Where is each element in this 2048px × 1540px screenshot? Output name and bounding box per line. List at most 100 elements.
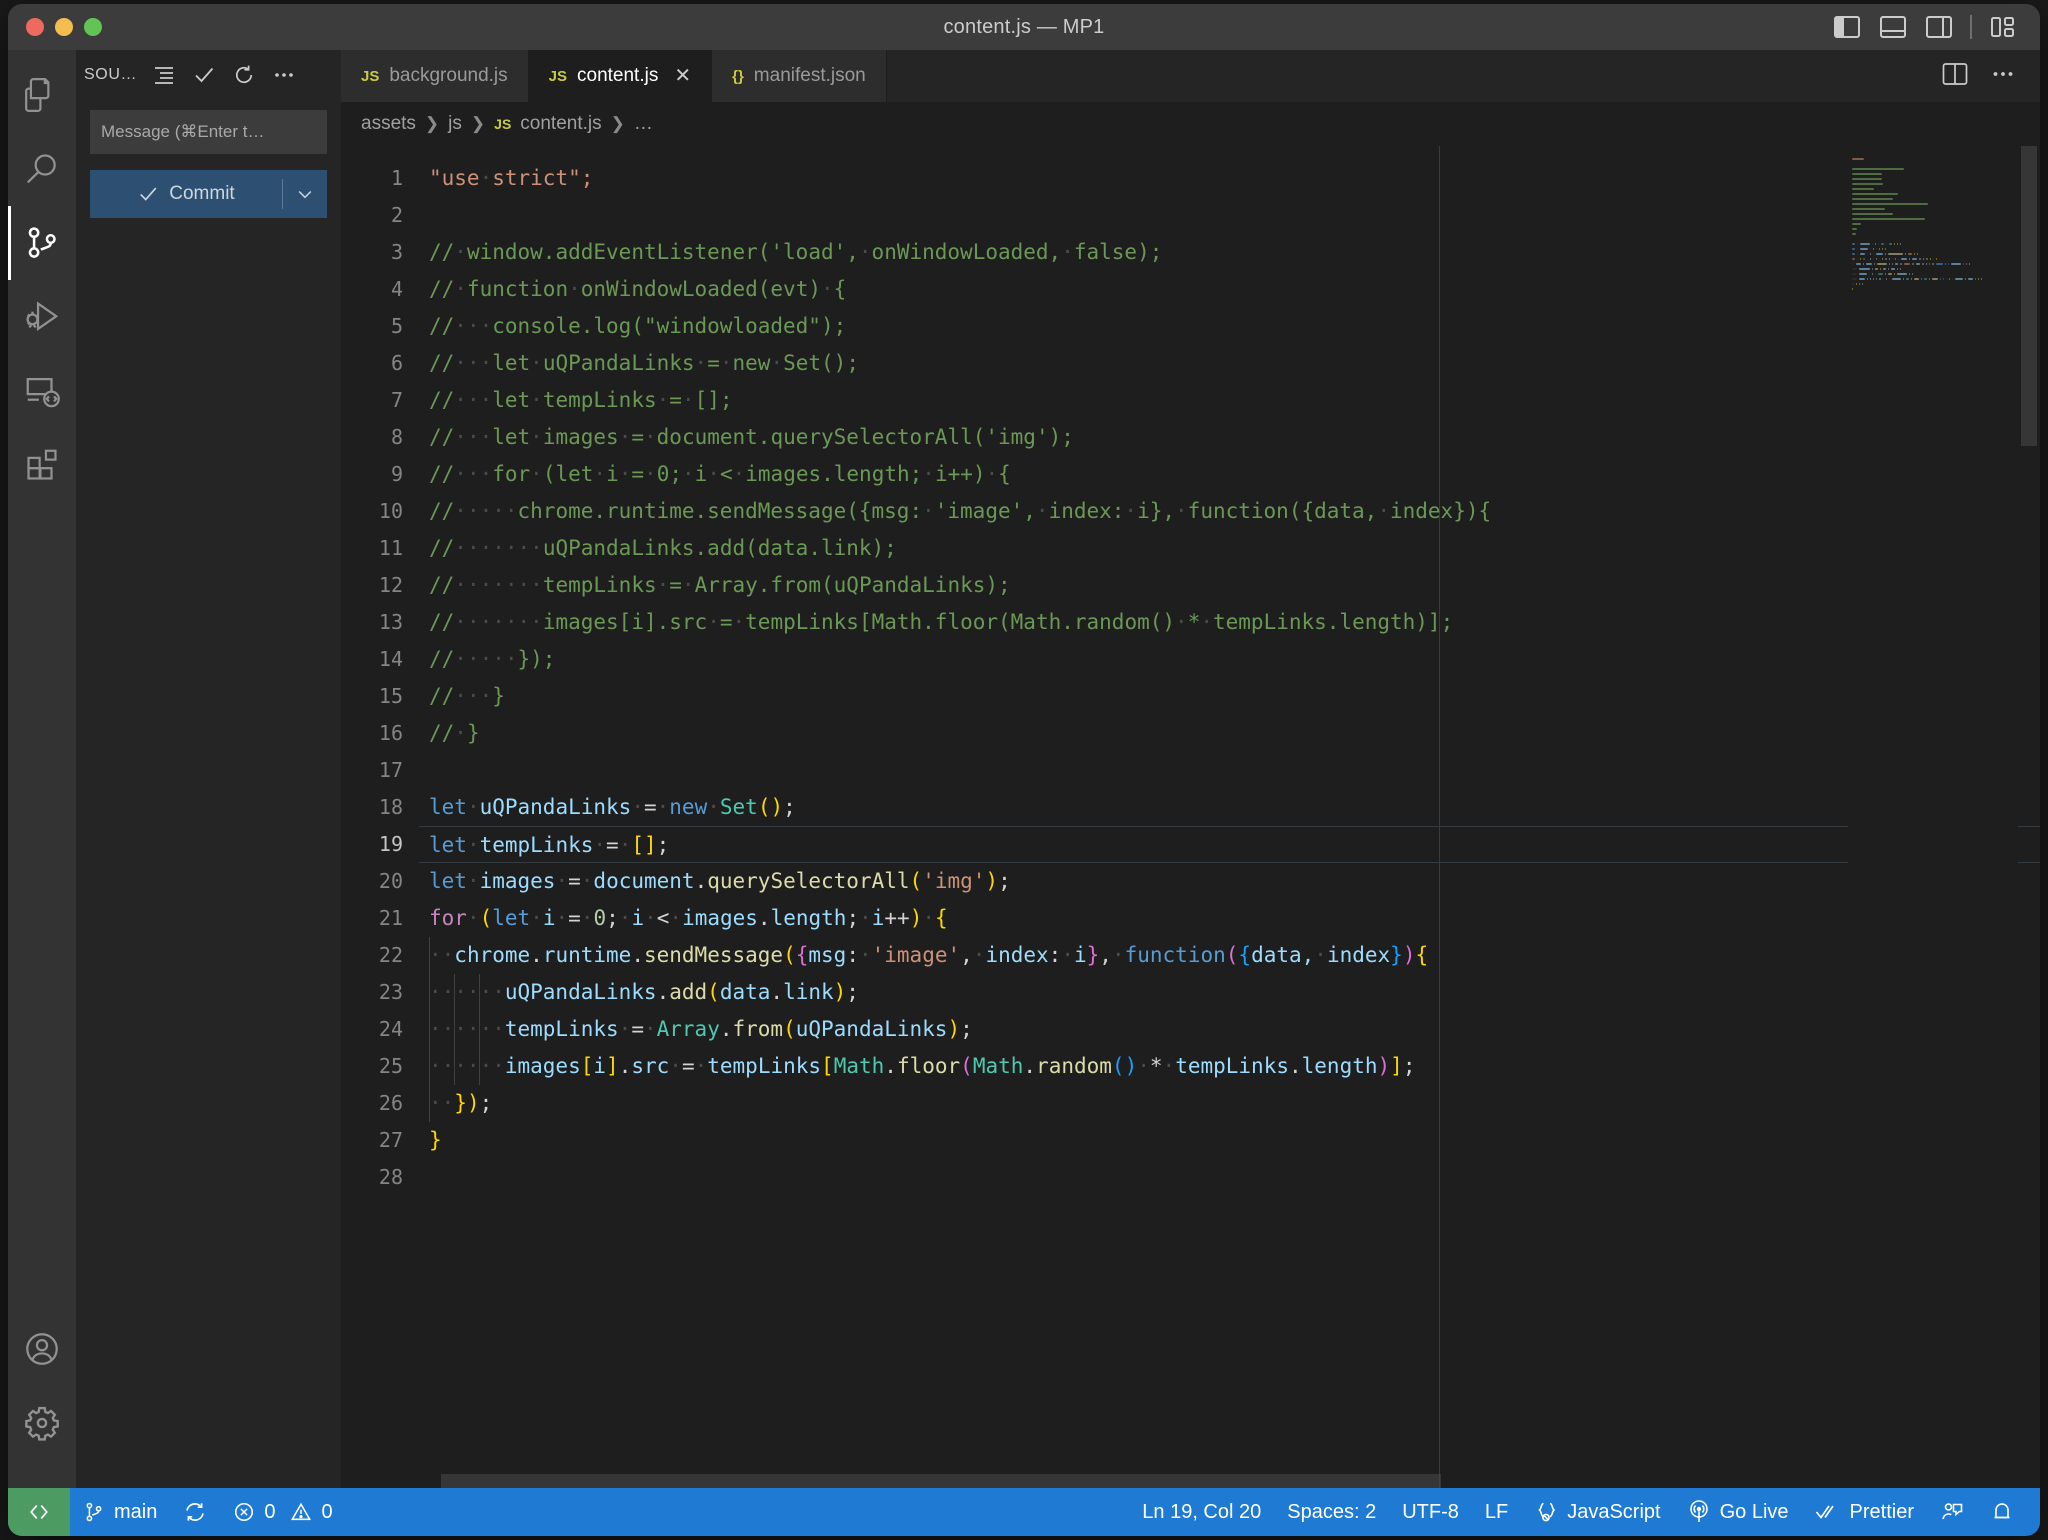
status-indentation[interactable]: Spaces: 2 — [1274, 1488, 1389, 1536]
status-branch[interactable]: main — [70, 1488, 170, 1536]
toggle-secondary-sidebar-icon[interactable] — [1924, 12, 1954, 42]
tab-background-js[interactable]: JS background.js — [341, 50, 529, 102]
activity-bar-item-search[interactable] — [8, 132, 76, 206]
activity-bar-item-accounts[interactable] — [8, 1312, 76, 1386]
minimap[interactable] — [1848, 146, 2018, 1488]
code-line[interactable] — [419, 197, 2040, 234]
breadcrumb-item-js[interactable]: js — [448, 113, 462, 135]
code-line[interactable]: //···let·tempLinks·=·[]; — [419, 382, 2040, 419]
code-line[interactable]: //·······images[i].src·=·tempLinks[Math.… — [419, 604, 2040, 641]
code-line[interactable]: } — [419, 1122, 2040, 1159]
line-number: 12 — [378, 573, 403, 597]
code-token: { — [795, 943, 809, 967]
commit-button[interactable]: Commit — [90, 170, 327, 218]
code-line[interactable] — [419, 752, 2040, 789]
commit-check-icon[interactable] — [187, 58, 221, 92]
split-editor-icon[interactable] — [1942, 62, 1968, 91]
status-editor-position[interactable]: Ln 19, Col 20 — [1129, 1488, 1274, 1536]
code-line[interactable]: ··}); — [419, 1085, 2040, 1122]
code-line[interactable]: //···} — [419, 678, 2040, 715]
view-as-tree-icon[interactable] — [147, 58, 181, 92]
vertical-scrollbar[interactable] — [2018, 146, 2040, 1488]
status-sync-changes[interactable] — [170, 1488, 220, 1536]
code-line[interactable]: let·uQPandaLinks·=·new·Set(); — [419, 789, 2040, 826]
activity-bar-item-run-and-debug[interactable] — [8, 280, 76, 354]
close-icon[interactable]: ✕ — [674, 66, 691, 86]
code-line[interactable]: let·tempLinks·=·[]; — [419, 826, 2040, 863]
status-feedback[interactable] — [1927, 1488, 1977, 1536]
code-line[interactable]: //···let·uQPandaLinks·=·new·Set(); — [419, 345, 2040, 382]
code-line[interactable]: "use·strict"; — [419, 160, 2040, 197]
status-encoding[interactable]: UTF-8 — [1389, 1488, 1472, 1536]
code-line[interactable]: //·function·onWindowLoaded(evt)·{ — [419, 271, 2040, 308]
refresh-icon[interactable] — [227, 58, 261, 92]
code-line[interactable]: ······tempLinks·=·Array.from(uQPandaLink… — [419, 1011, 2040, 1048]
more-actions-ellipsis-icon[interactable] — [267, 58, 301, 92]
status-language-label: JavaScript — [1567, 1500, 1661, 1523]
minimize-window-button[interactable] — [55, 18, 73, 36]
status-notifications[interactable] — [1977, 1488, 2040, 1536]
commit-dropdown-chevron-down-icon[interactable] — [283, 184, 327, 204]
commit-message-input[interactable]: Message (⌘Enter t… — [90, 110, 327, 154]
code-line[interactable]: //·····}); — [419, 641, 2040, 678]
line-number: 25 — [378, 1054, 403, 1078]
status-editor-position-label: Ln 19, Col 20 — [1142, 1500, 1262, 1523]
breadcrumb-separator: ❯ — [424, 114, 440, 133]
activity-bar-item-source-control[interactable] — [8, 206, 76, 280]
activity-bar-item-explorer[interactable] — [8, 58, 76, 132]
code-line[interactable]: //···let·images·=·document.querySelector… — [419, 419, 2040, 456]
commit-button-main[interactable]: Commit — [90, 183, 282, 205]
code-line[interactable]: ··chrome.runtime.sendMessage({msg:·'imag… — [419, 937, 2040, 974]
minimap-segment — [1899, 242, 1901, 245]
status-eol[interactable]: LF — [1472, 1488, 1521, 1536]
indent-guide — [479, 974, 481, 1011]
more-editor-actions-ellipsis-icon[interactable] — [1990, 62, 2016, 91]
breadcrumb-item-assets[interactable]: assets — [361, 113, 416, 135]
breadcrumb-item-content-js[interactable]: content.js — [520, 113, 601, 135]
customize-layout-icon[interactable] — [1988, 12, 2018, 42]
code-token: · — [922, 906, 936, 930]
code-token: //·······tempLinks·=·Array.from(uQPandaL… — [429, 573, 1011, 597]
tab-manifest-json[interactable]: {} manifest.json — [712, 50, 887, 102]
status-prettier[interactable]: Prettier — [1802, 1488, 1927, 1536]
close-window-button[interactable] — [26, 18, 44, 36]
indent-guide — [454, 974, 456, 1011]
code-line[interactable]: //·······tempLinks·=·Array.from(uQPandaL… — [419, 567, 2040, 604]
code-line[interactable]: //·······uQPandaLinks.add(data.link); — [419, 530, 2040, 567]
code-content[interactable]: "use·strict"; //·window.addEventListener(… — [419, 146, 2040, 1488]
code-token: ······ — [429, 1017, 505, 1041]
code-line[interactable]: ······uQPandaLinks.add(data.link); — [419, 974, 2040, 1011]
status-problems[interactable]: 0 0 — [220, 1488, 345, 1536]
status-go-live[interactable]: Go Live — [1674, 1488, 1802, 1536]
breadcrumb-item-symbols[interactable]: … — [634, 113, 653, 135]
toggle-panel-icon[interactable] — [1878, 12, 1908, 42]
code-line[interactable]: let·images·=·document.querySelectorAll('… — [419, 863, 2040, 900]
minimap-segment — [1905, 277, 1910, 280]
code-line[interactable]: //···console.log("windowloaded"); — [419, 308, 2040, 345]
activity-bar-item-remote-explorer[interactable] — [8, 354, 76, 428]
minimap-segment — [1876, 252, 1884, 255]
status-remote-indicator[interactable] — [8, 1488, 70, 1536]
horizontal-scrollbar[interactable] — [341, 1474, 2040, 1488]
line-number: 2 — [390, 203, 403, 227]
vertical-scrollbar-thumb[interactable] — [2021, 146, 2037, 446]
code-line[interactable] — [419, 1159, 2040, 1196]
code-line[interactable]: //·window.addEventListener('load',·onWin… — [419, 234, 2040, 271]
status-language-mode[interactable]: JavaScript — [1521, 1488, 1673, 1536]
code-token: ) — [1377, 1054, 1391, 1078]
code-line[interactable]: //·····chrome.runtime.sendMessage({msg:·… — [419, 493, 2040, 530]
toggle-primary-sidebar-icon[interactable] — [1832, 12, 1862, 42]
code-token: ) — [833, 980, 847, 1004]
tab-content-js[interactable]: JS content.js ✕ — [528, 50, 713, 102]
code-line[interactable]: //···for·(let·i·=·0;·i·<·images.length;·… — [419, 456, 2040, 493]
code-line[interactable]: for·(let·i·=·0;·i·<·images.length;·i++)·… — [419, 900, 2040, 937]
code-line[interactable]: //·} — [419, 715, 2040, 752]
code-editor[interactable]: 1 2 3 4 5 6 7 8 9 10 11 12 13 14 15 16 17 18 19 20 21 22 23 24 2… — [341, 146, 2040, 1488]
minimap-segment — [1896, 272, 1908, 275]
activity-bar-item-extensions[interactable] — [8, 428, 76, 502]
maximize-window-button[interactable] — [84, 18, 102, 36]
activity-bar-item-manage[interactable] — [8, 1386, 76, 1460]
horizontal-scrollbar-thumb[interactable] — [441, 1474, 1441, 1488]
code-line[interactable]: ······images[i].src·=·tempLinks[Math.flo… — [419, 1048, 2040, 1085]
check-icon — [140, 187, 157, 201]
